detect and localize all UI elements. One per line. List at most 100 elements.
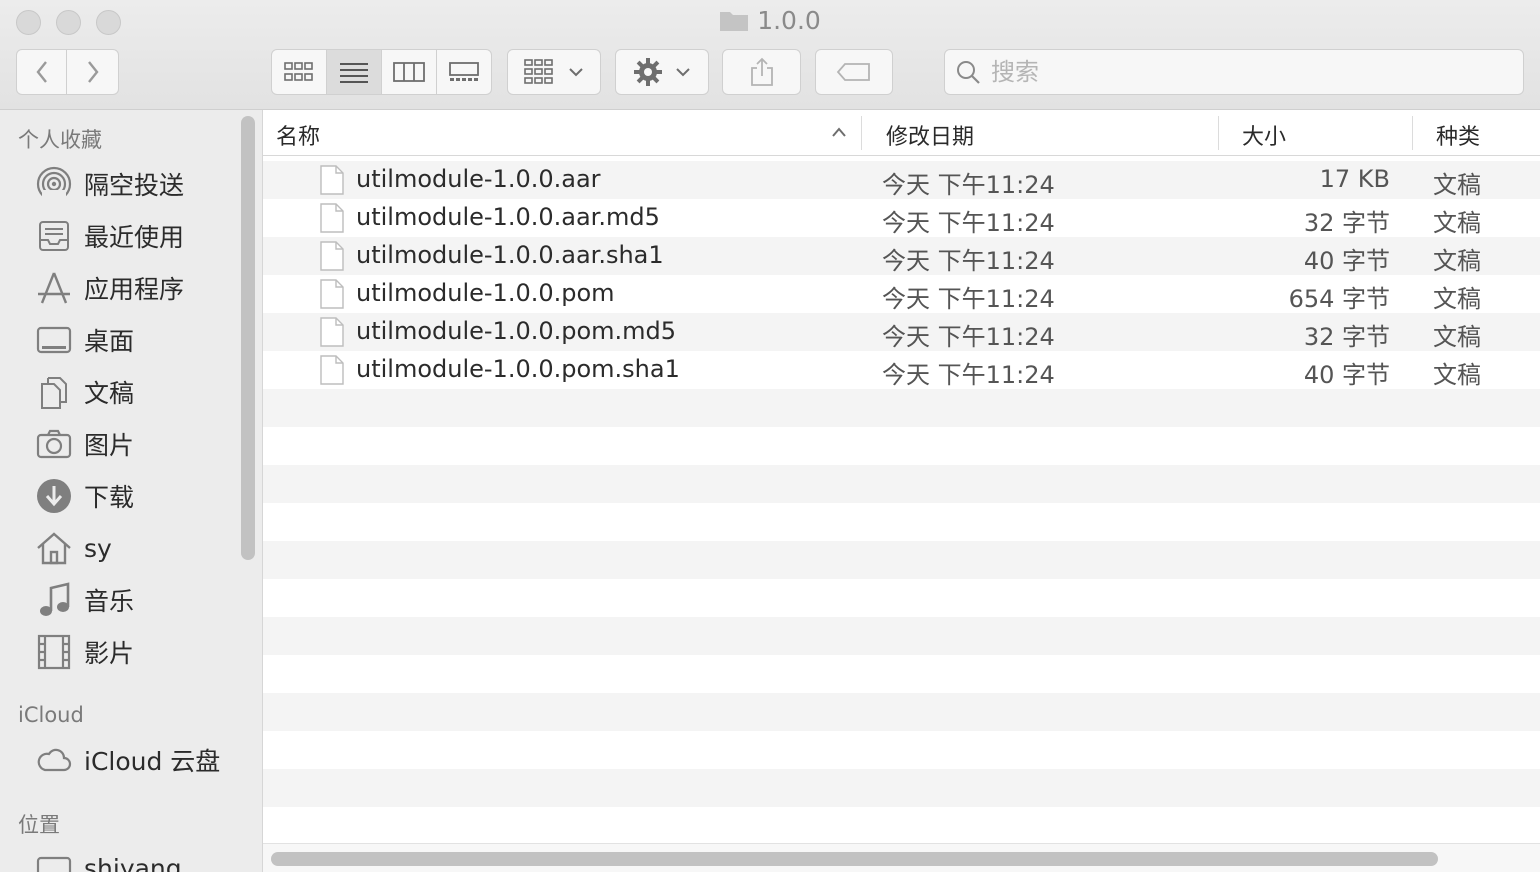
window-title: 1.0.0 (0, 6, 1540, 38)
column-divider[interactable] (1412, 116, 1413, 150)
group-grid-icon (524, 59, 553, 84)
column-header-kind[interactable]: 种类 (1436, 119, 1480, 151)
file-size: 40 字节 (1303, 247, 1390, 275)
sidebar-item-airdrop[interactable]: 隔空投送 (36, 164, 184, 204)
documents-icon (36, 374, 72, 410)
file-name: utilmodule-1.0.0.aar (356, 165, 601, 193)
file-name: utilmodule-1.0.0.pom (356, 279, 615, 307)
share-button[interactable] (722, 49, 801, 95)
cloud-icon (36, 742, 72, 778)
back-button[interactable] (16, 49, 67, 95)
list-view-button[interactable] (327, 50, 382, 94)
document-icon (319, 355, 345, 391)
finder-window: 1.0.0 搜索 个人收藏 隔空投送 最近使用 应用程序 桌面 文稿 图片 下载… (0, 0, 1540, 872)
column-divider[interactable] (861, 116, 862, 150)
table-row[interactable]: utilmodule-1.0.0.pom.sha1 今天 下午11:24 40 … (263, 351, 1540, 389)
action-button[interactable] (615, 49, 709, 95)
sidebar-item-documents[interactable]: 文稿 (36, 372, 134, 412)
sidebar: 个人收藏 隔空投送 最近使用 应用程序 桌面 文稿 图片 下载 sy 音乐 影片… (0, 110, 263, 872)
file-name: utilmodule-1.0.0.aar.sha1 (356, 241, 664, 269)
file-kind: 文稿 (1433, 209, 1481, 237)
horizontal-scrollbar[interactable] (271, 852, 1438, 866)
icon-grid-icon (284, 62, 313, 81)
music-icon (36, 582, 72, 618)
sidebar-item-label: 音乐 (84, 587, 135, 616)
empty-row (263, 769, 1540, 807)
file-size: 654 字节 (1288, 285, 1390, 313)
tags-button[interactable] (815, 49, 893, 95)
sidebar-item-icloud-drive[interactable]: iCloud 云盘 (36, 740, 220, 780)
film-icon (36, 634, 72, 670)
sidebar-item-home[interactable]: sy (36, 528, 112, 568)
table-row[interactable]: utilmodule-1.0.0.aar.sha1 今天 下午11:24 40 … (263, 237, 1540, 275)
chevron-down-icon (676, 68, 690, 77)
sidebar-scrollbar[interactable] (241, 116, 255, 560)
sidebar-item-pictures[interactable]: 图片 (36, 424, 134, 464)
share-icon (750, 57, 773, 86)
column-divider[interactable] (1218, 116, 1219, 150)
column-header-name[interactable]: 名称 (276, 119, 320, 151)
document-icon (319, 241, 345, 277)
icloud-header: iCloud (18, 703, 84, 727)
file-date: 今天 下午11:24 (882, 209, 1055, 237)
camera-icon (36, 426, 72, 462)
table-row[interactable]: utilmodule-1.0.0.pom.md5 今天 下午11:24 32 字… (263, 313, 1540, 351)
disk-icon (36, 850, 72, 872)
file-size: 17 KB (1319, 165, 1390, 193)
column-view-button[interactable] (382, 50, 437, 94)
sidebar-item-music[interactable]: 音乐 (36, 580, 134, 620)
icon-view-button[interactable] (272, 50, 327, 94)
file-kind: 文稿 (1433, 171, 1481, 199)
search-input[interactable] (989, 57, 1513, 87)
gear-icon (634, 58, 662, 86)
forward-button[interactable] (66, 49, 119, 95)
sidebar-item-label: 桌面 (84, 327, 135, 356)
sidebar-item-label: 文稿 (84, 379, 135, 408)
sidebar-item-label: 影片 (84, 639, 135, 668)
tag-icon (836, 63, 870, 81)
sidebar-item-label: 隔空投送 (84, 171, 185, 200)
list-lines-icon (340, 63, 368, 83)
chevron-left-icon (35, 61, 47, 83)
table-row[interactable]: utilmodule-1.0.0.aar 今天 下午11:24 17 KB 文稿 (263, 161, 1540, 199)
sidebar-item-movies[interactable]: 影片 (36, 632, 134, 672)
locations-header: 位置 (18, 813, 60, 837)
document-icon (319, 203, 345, 239)
sidebar-item-label: sy (84, 533, 112, 563)
file-kind: 文稿 (1433, 361, 1481, 389)
group-by-button[interactable] (507, 49, 601, 95)
applications-icon (36, 270, 72, 306)
file-date: 今天 下午11:24 (882, 171, 1055, 199)
window-title-text: 1.0.0 (757, 6, 821, 35)
airdrop-icon (36, 166, 72, 202)
file-name: utilmodule-1.0.0.pom.sha1 (356, 355, 680, 383)
search-field[interactable] (944, 49, 1524, 95)
empty-row (263, 541, 1540, 579)
view-mode-control (271, 49, 492, 95)
file-date: 今天 下午11:24 (882, 323, 1055, 351)
file-date: 今天 下午11:24 (882, 247, 1055, 275)
file-date: 今天 下午11:24 (882, 361, 1055, 389)
favorites-header: 个人收藏 (18, 128, 102, 152)
empty-row (263, 617, 1540, 655)
empty-row (263, 465, 1540, 503)
document-icon (319, 279, 345, 315)
column-header-date[interactable]: 修改日期 (886, 119, 974, 151)
sidebar-item-downloads[interactable]: 下载 (36, 476, 134, 516)
column-header: 名称 修改日期 大小 种类 (263, 110, 1540, 156)
sidebar-item-label: 最近使用 (84, 223, 185, 252)
table-row[interactable]: utilmodule-1.0.0.pom 今天 下午11:24 654 字节 文… (263, 275, 1540, 313)
sidebar-item-shiyang[interactable]: shiyang (36, 848, 182, 872)
file-list: 名称 修改日期 大小 种类 utilmodule-1.0.0.aar 今天 下午… (263, 110, 1540, 872)
column-header-size[interactable]: 大小 (1242, 119, 1286, 151)
desktop-icon (36, 322, 72, 358)
file-date: 今天 下午11:24 (882, 285, 1055, 313)
sidebar-item-recents[interactable]: 最近使用 (36, 216, 184, 256)
sidebar-item-applications[interactable]: 应用程序 (36, 268, 184, 308)
document-icon (319, 165, 345, 201)
gallery-view-button[interactable] (437, 50, 491, 94)
download-icon (36, 478, 72, 514)
table-row[interactable]: utilmodule-1.0.0.aar.md5 今天 下午11:24 32 字… (263, 199, 1540, 237)
sidebar-item-desktop[interactable]: 桌面 (36, 320, 134, 360)
search-icon (957, 61, 980, 84)
